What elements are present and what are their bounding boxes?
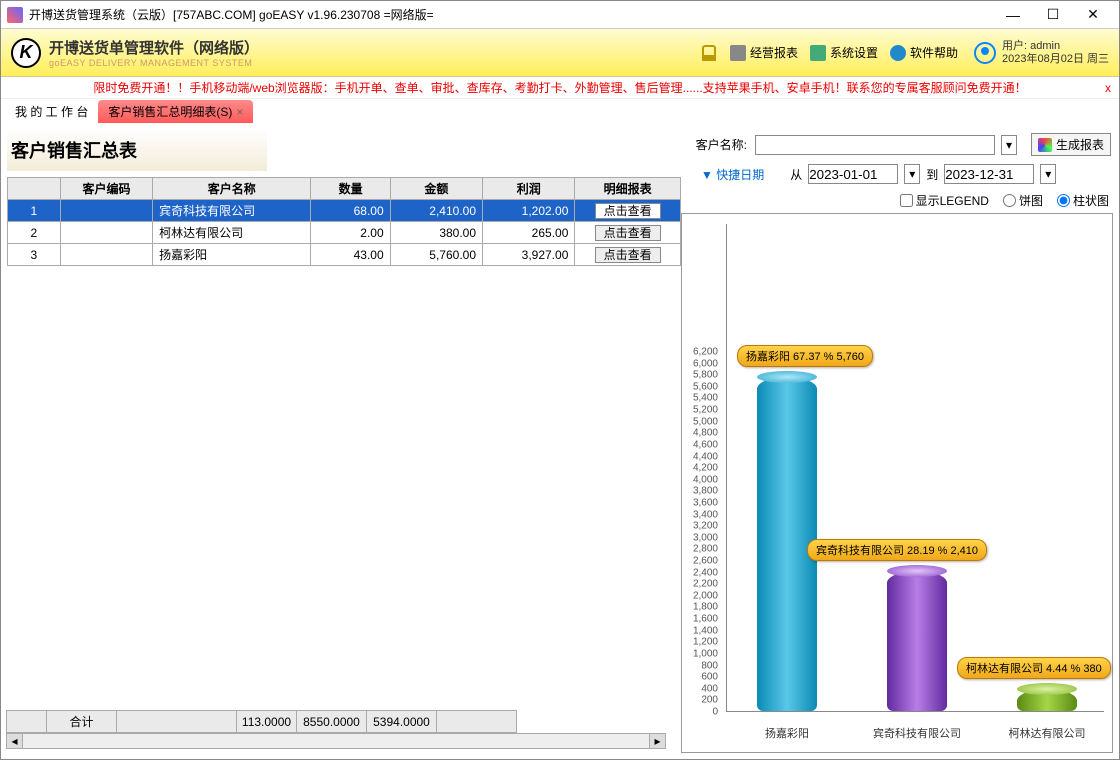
tab-workspace[interactable]: 我 的 工 作 台 <box>5 100 98 123</box>
col-amt[interactable]: 金额 <box>390 178 482 200</box>
minimize-button[interactable]: — <box>993 7 1033 23</box>
logo-icon: K <box>11 38 41 68</box>
show-legend-checkbox[interactable]: 显示LEGEND <box>900 192 989 209</box>
user-info: 用户: admin 2023年08月02日 周三 <box>974 40 1109 66</box>
h-scrollbar[interactable]: ◂ ▸ <box>6 733 666 749</box>
plot-area: 扬嘉彩阳 67.37 % 5,760 宾奇科技有限公司 28.19 % 2,41… <box>726 224 1104 712</box>
dropdown-icon[interactable]: ▾ <box>1001 135 1017 155</box>
from-label: 从 <box>790 166 802 183</box>
menu-settings[interactable]: 系统设置 <box>810 44 878 61</box>
x-label-1: 扬嘉彩阳 <box>727 725 847 741</box>
to-label: 到 <box>926 166 938 183</box>
tab-customer-sales[interactable]: 客户销售汇总明细表(S)× <box>98 100 253 123</box>
brand-cn: 开博送货单管理软件（网络版） <box>49 37 259 58</box>
chart-type-pie[interactable]: 饼图 <box>1003 192 1043 209</box>
window-title: 开博送货管理系统（云版）[757ABC.COM] goEASY v1.96.23… <box>29 6 993 23</box>
user-avatar-icon <box>974 42 996 64</box>
settings-icon <box>810 45 826 61</box>
bar-label-1: 扬嘉彩阳 67.37 % 5,760 <box>737 345 873 367</box>
table-row[interactable]: 3 扬嘉彩阳 43.005,760.00 3,927.00 点击查看 <box>8 244 681 266</box>
current-date: 2023年08月02日 周三 <box>1002 53 1109 66</box>
bar-2 <box>887 571 947 711</box>
report-icon <box>730 45 746 61</box>
help-icon <box>890 45 906 61</box>
generate-report-button[interactable]: 生成报表 <box>1031 133 1111 156</box>
date-filter-bar: ▼ 快捷日期 从 ▾ 到 ▾ <box>681 160 1113 188</box>
menu-help[interactable]: 软件帮助 <box>890 44 958 61</box>
customer-name-combo[interactable] <box>755 135 995 155</box>
col-code[interactable]: 客户编码 <box>60 178 152 200</box>
detail-button[interactable]: 点击查看 <box>595 247 661 263</box>
app-header: K 开博送货单管理软件（网络版） goEASY DELIVERY MANAGEM… <box>1 29 1119 77</box>
window-titlebar: 开博送货管理系统（云版）[757ABC.COM] goEASY v1.96.23… <box>1 1 1119 29</box>
filter-bar: 客户名称: ▾ 生成报表 <box>681 129 1113 160</box>
table-footer: 合计 113.0000 8550.0000 5394.0000 ◂ ▸ <box>6 710 666 749</box>
y-axis: 02004006008001,0001,2001,4001,6001,8002,… <box>682 224 722 712</box>
notice-close[interactable]: x <box>1105 77 1111 99</box>
scroll-right-icon[interactable]: ▸ <box>649 734 665 748</box>
total-amt: 8550.0000 <box>297 711 367 733</box>
scroll-left-icon[interactable]: ◂ <box>7 734 23 748</box>
maximize-button[interactable]: ☐ <box>1033 6 1073 23</box>
detail-button[interactable]: 点击查看 <box>595 225 661 241</box>
menu-report[interactable]: 经营报表 <box>730 44 798 61</box>
total-qty: 113.0000 <box>237 711 297 733</box>
col-profit[interactable]: 利润 <box>483 178 575 200</box>
notice-text: 限时免费开通！！手机移动端/web浏览器版：手机开单、查单、审批、查库存、考勤打… <box>93 81 1026 95</box>
total-profit: 5394.0000 <box>367 711 437 733</box>
table-row[interactable]: 2 柯林达有限公司 2.00380.00 265.00 点击查看 <box>8 222 681 244</box>
brand-en: goEASY DELIVERY MANAGEMENT SYSTEM <box>49 58 259 68</box>
date-to-input[interactable] <box>944 164 1034 184</box>
x-label-3: 柯林达有限公司 <box>987 725 1107 741</box>
notice-bar: 限时免费开通！！手机移动端/web浏览器版：手机开单、查单、审批、查库存、考勤打… <box>1 77 1119 99</box>
date-to-drop-icon[interactable]: ▾ <box>1040 164 1056 184</box>
lock-icon[interactable] <box>702 45 716 61</box>
document-tabs: 我 的 工 作 台 客户销售汇总明细表(S)× <box>1 99 1119 123</box>
tab-close-icon[interactable]: × <box>236 105 243 119</box>
report-gen-icon <box>1038 138 1052 152</box>
close-button[interactable]: ✕ <box>1073 6 1113 23</box>
date-from-input[interactable] <box>808 164 898 184</box>
customer-name-label: 客户名称: <box>696 136 747 153</box>
bar-label-2: 宾奇科技有限公司 28.19 % 2,410 <box>807 539 987 561</box>
chart-type-bar[interactable]: 柱状图 <box>1057 192 1109 209</box>
sales-table: 客户编码 客户名称 数量 金额 利润 明细报表 1 宾奇科技有限公司 68.00… <box>7 177 681 266</box>
bar-3 <box>1017 689 1077 711</box>
bar-label-3: 柯林达有限公司 4.44 % 380 <box>957 657 1111 679</box>
quick-date-dropdown[interactable]: ▼ 快捷日期 <box>701 166 764 183</box>
col-qty[interactable]: 数量 <box>311 178 390 200</box>
total-label: 合计 <box>47 711 117 733</box>
detail-button[interactable]: 点击查看 <box>595 203 661 219</box>
user-name: 用户: admin <box>1002 40 1109 53</box>
logo-text: 开博送货单管理软件（网络版） goEASY DELIVERY MANAGEMEN… <box>49 37 259 68</box>
col-name[interactable]: 客户名称 <box>153 178 311 200</box>
app-icon <box>7 7 23 23</box>
bar-chart: 02004006008001,0001,2001,4001,6001,8002,… <box>681 213 1113 753</box>
date-from-drop-icon[interactable]: ▾ <box>904 164 920 184</box>
col-detail[interactable]: 明细报表 <box>575 178 681 200</box>
page-title: 客户销售汇总表 <box>7 129 267 171</box>
table-row[interactable]: 1 宾奇科技有限公司 68.002,410.00 1,202.00 点击查看 <box>8 200 681 222</box>
chart-controls: 显示LEGEND 饼图 柱状图 <box>681 188 1113 211</box>
x-label-2: 宾奇科技有限公司 <box>857 725 977 741</box>
